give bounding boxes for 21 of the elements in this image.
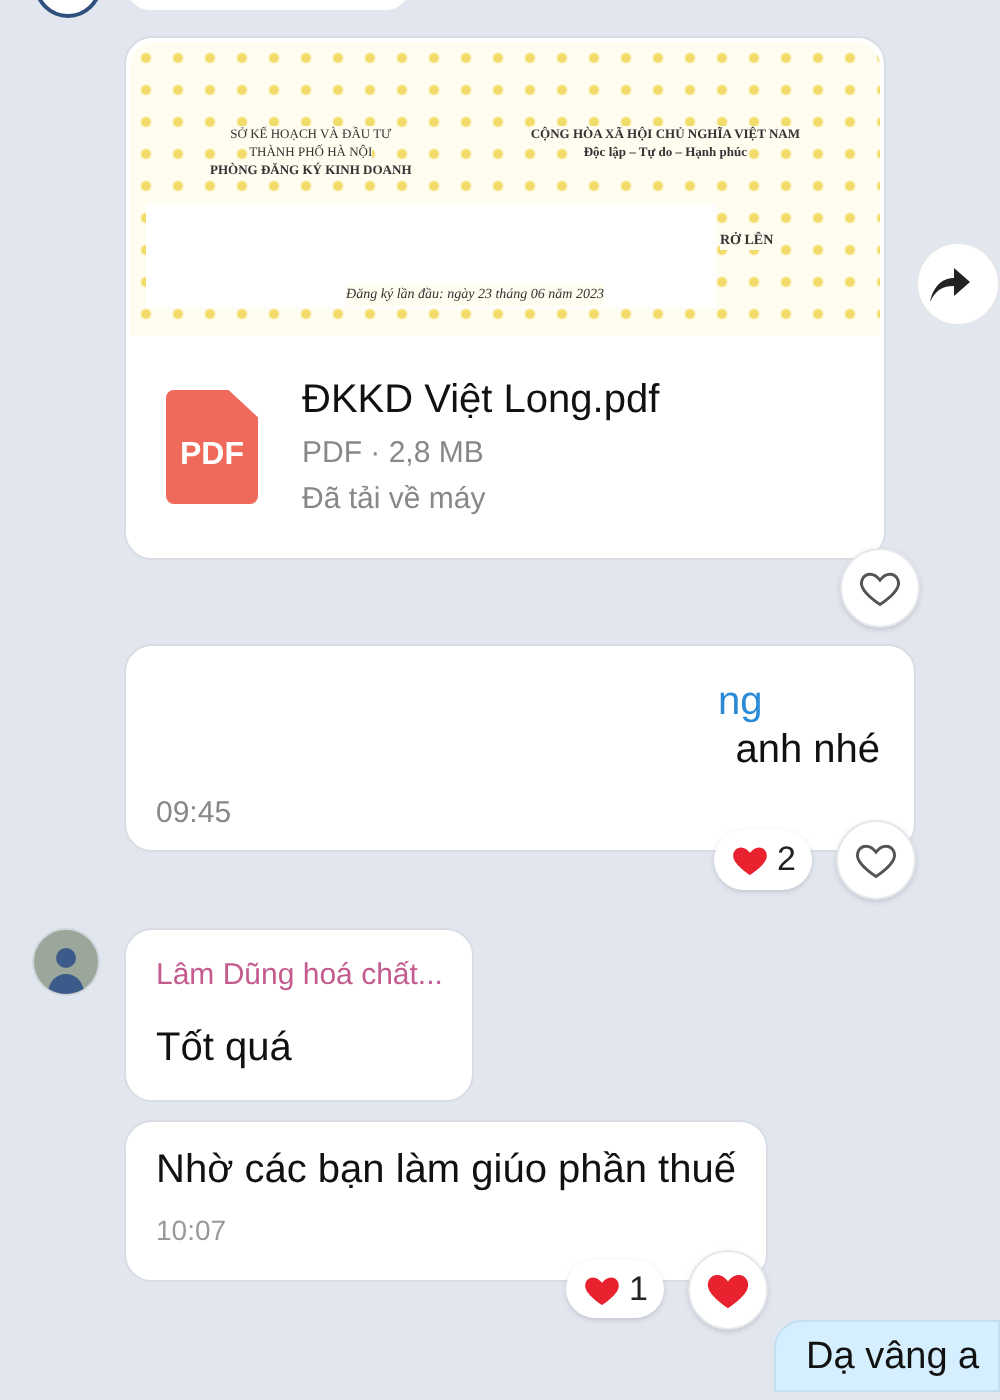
message-text: Tốt quá	[156, 1023, 294, 1071]
download-status: Đã tải về máy	[302, 480, 488, 520]
message-time: 10:07	[156, 1211, 229, 1249]
message-text: Nhờ các bạn làm giúo phần thuế	[156, 1145, 736, 1193]
file-meta: PDF · 2,8 MB	[302, 434, 486, 474]
message-text: anh nhé	[735, 726, 880, 774]
reaction-count[interactable]: 2	[713, 830, 812, 890]
reaction-number: 1	[629, 1267, 648, 1312]
reaction-number: 2	[777, 838, 796, 883]
message-text: Dạ vâng a	[806, 1337, 982, 1377]
person-silhouette-icon	[44, 942, 88, 994]
mention-link[interactable]: ng	[718, 678, 763, 726]
message-time: 09:45	[156, 794, 232, 834]
file-type-label: PDF	[180, 436, 244, 476]
share-button[interactable]	[916, 242, 1000, 326]
like-button[interactable]	[836, 820, 916, 900]
like-button[interactable]	[840, 548, 920, 628]
share-arrow-icon	[930, 266, 970, 302]
file-name[interactable]: ĐKKD Việt Long.pdf	[302, 370, 660, 430]
sender-name[interactable]: Lâm Dũng hoá chất...	[156, 954, 443, 999]
reaction-count[interactable]: 1	[565, 1259, 664, 1319]
